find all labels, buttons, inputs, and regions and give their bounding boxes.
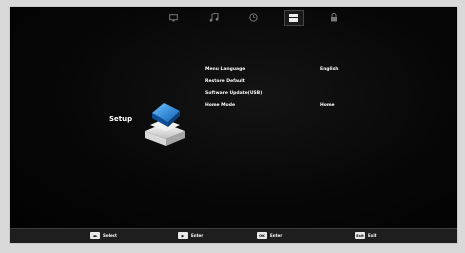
menu-item-label: Restore Default — [205, 79, 245, 84]
setup-icon — [289, 13, 298, 22]
menu-item-language[interactable]: Menu Language English — [205, 65, 355, 77]
hint-label: Enter — [270, 233, 283, 238]
menu-tab-bar — [11, 8, 456, 27]
left-right-key-icon: ◄► — [90, 232, 100, 239]
menu-item-home-mode[interactable]: Home Mode Home — [205, 101, 355, 113]
hint-exit: Exit Exit — [355, 232, 377, 239]
exit-key-icon: Exit — [355, 232, 365, 239]
tab-sound[interactable] — [205, 11, 223, 25]
menu-item-restore-default[interactable]: Restore Default — [205, 77, 355, 89]
screen: Setup Menu Language English Restore Defa… — [11, 8, 456, 229]
right-arrow-key-icon: ▶ — [178, 232, 188, 239]
picture-icon — [169, 13, 178, 21]
hint-enter-arrow: ▶ Enter — [178, 232, 203, 239]
tab-picture[interactable] — [165, 11, 183, 25]
menu-item-software-update[interactable]: Software Update(USB) — [205, 89, 355, 101]
hint-select: ◄► Select — [90, 232, 117, 239]
menu-item-value: English — [320, 67, 339, 72]
hint-label: Exit — [368, 233, 377, 238]
lock-icon — [330, 13, 337, 22]
menu-item-label: Software Update(USB) — [205, 91, 263, 96]
tab-setup[interactable] — [283, 9, 304, 26]
page-title: Setup — [109, 115, 133, 123]
hint-label: Select — [103, 233, 117, 238]
hint-label: Enter — [191, 233, 204, 238]
setup-large-icon — [145, 103, 185, 146]
tv-frame: Setup Menu Language English Restore Defa… — [9, 6, 458, 244]
clock-icon — [249, 13, 258, 22]
tab-lock[interactable] — [325, 11, 343, 25]
menu-item-value: Home — [320, 103, 335, 108]
tab-time[interactable] — [245, 11, 263, 25]
ok-key-icon: OK — [257, 232, 267, 239]
hint-enter-ok: OK Enter — [257, 232, 282, 239]
menu-item-label: Menu Language — [205, 67, 246, 72]
setup-menu: Menu Language English Restore Default So… — [205, 65, 355, 113]
footer-hint-bar: ◄► Select ▶ Enter OK Enter Exit Exit — [10, 228, 457, 243]
sound-icon — [209, 13, 218, 22]
menu-item-label: Home Mode — [205, 103, 236, 108]
